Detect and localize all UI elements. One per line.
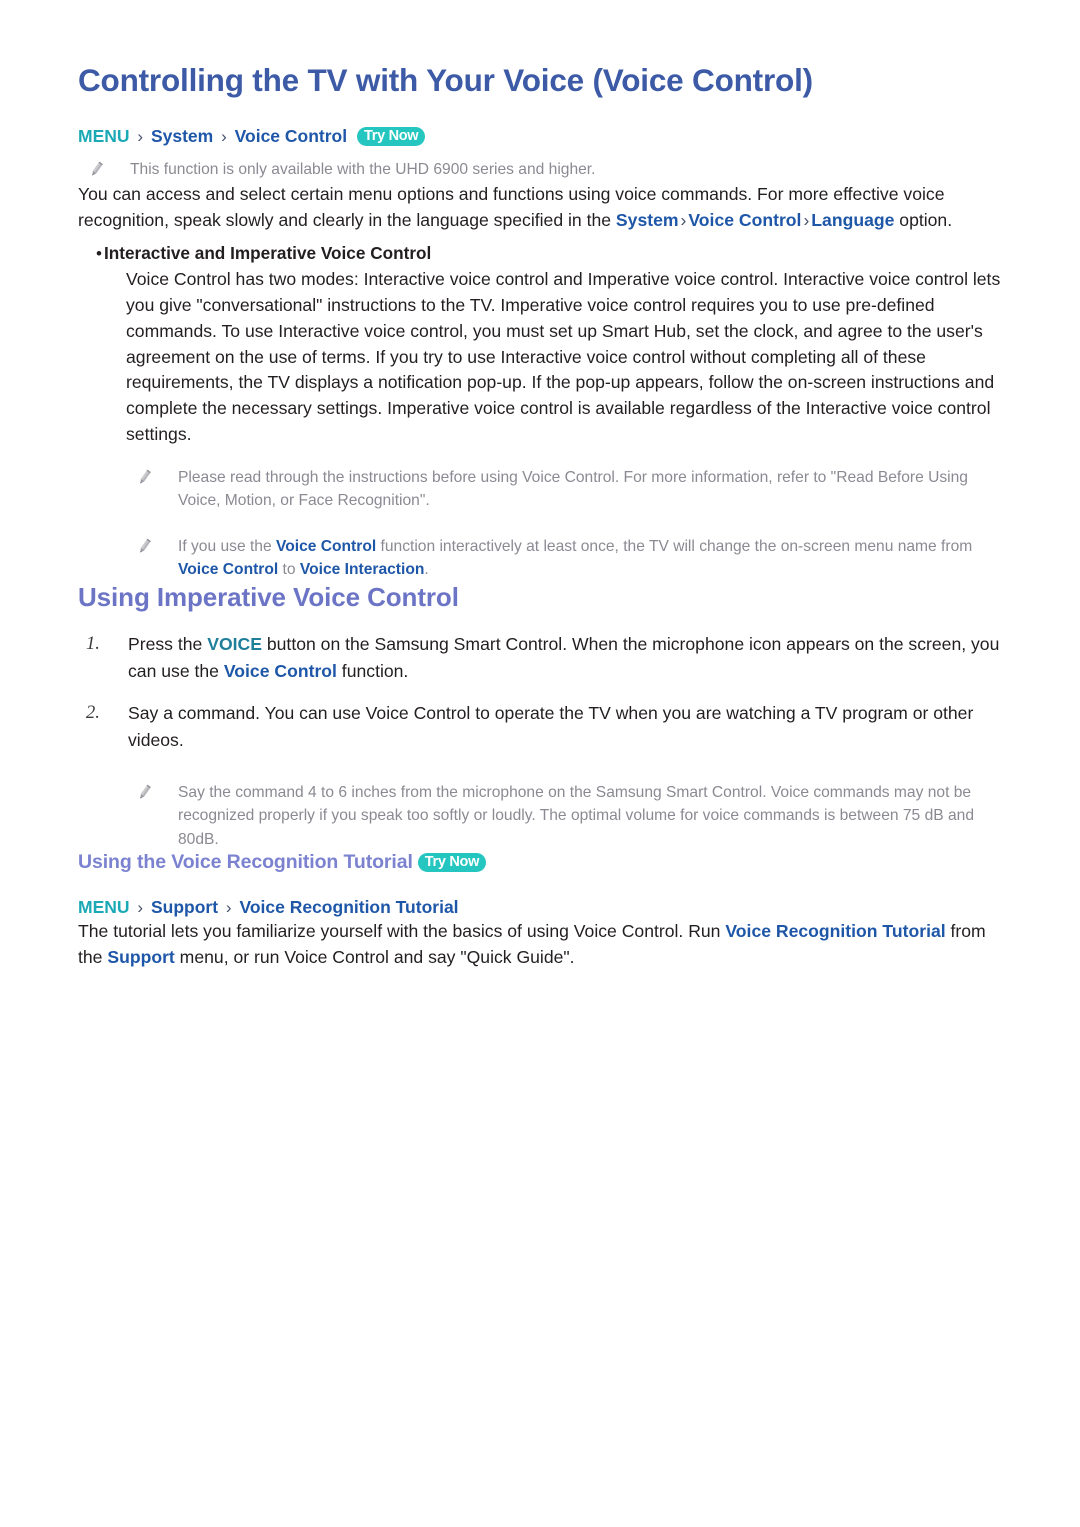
note-text-2: function interactively at least once, th…	[376, 537, 973, 555]
link-voice-control-2[interactable]: Voice Control	[178, 561, 278, 578]
link-voice-control[interactable]: Voice Control	[688, 210, 801, 230]
numbered-step-1: 1. Press the VOICE button on the Samsung…	[78, 631, 1002, 686]
note-text-4: .	[424, 561, 429, 579]
page-title: Controlling the TV with Your Voice (Voic…	[78, 62, 813, 98]
pencil-icon	[126, 466, 178, 486]
breadcrumb-separator-icon: ›	[225, 898, 232, 918]
note-availability-text: This function is only available with the…	[130, 161, 596, 179]
breadcrumb-item-voice-control[interactable]: Voice Control	[235, 126, 347, 146]
section-title-imperative: Using Imperative Voice Control	[78, 581, 459, 612]
breadcrumb-item-support[interactable]: Support	[151, 897, 218, 917]
link-support[interactable]: Support	[107, 947, 174, 967]
note-availability: This function is only available with the…	[78, 158, 1002, 182]
note-microphone-distance-text: Say the command 4 to 6 inches from the m…	[178, 783, 974, 848]
pencil-icon	[126, 781, 178, 801]
arrow-icon: ›	[803, 209, 810, 230]
subsection-title-text: Using the Voice Recognition Tutorial	[78, 851, 413, 874]
note-microphone-distance: Say the command 4 to 6 inches from the m…	[78, 781, 1002, 852]
breadcrumb-item-system[interactable]: System	[151, 126, 213, 146]
document-page: Controlling the TV with Your Voice (Voic…	[0, 0, 1080, 1527]
tutorial-text-3: menu, or run Voice Control and say "Quic…	[174, 947, 575, 968]
note-read-instructions: Please read through the instructions bef…	[78, 466, 1002, 513]
step-text-1: Press the VOICE button on the Samsung Sm…	[128, 631, 1002, 686]
breadcrumb-separator-icon: ›	[221, 127, 227, 147]
step-marker-1: 1.	[86, 633, 100, 654]
note-read-instructions-text: Please read through the instructions bef…	[178, 468, 968, 510]
pencil-icon	[78, 158, 130, 178]
breadcrumb-tutorial: MENU › Support › Voice Recognition Tutor…	[78, 896, 1002, 919]
link-voice-control[interactable]: Voice Control	[224, 661, 337, 681]
note-voice-interaction-rename: If you use the Voice Control function in…	[78, 535, 1002, 582]
bullet-item-interactive-imperative: • Interactive and Imperative Voice Contr…	[78, 241, 1002, 267]
arrow-icon: ›	[680, 209, 687, 230]
bullet-item-label: Interactive and Imperative Voice Control	[104, 243, 432, 264]
try-now-badge[interactable]: Try Now	[356, 127, 426, 147]
tutorial-paragraph: The tutorial lets you familiarize yourse…	[78, 919, 1002, 971]
note-voice-interaction-text: If you use the Voice Control function in…	[178, 535, 1002, 582]
note-text-1: If you use the	[178, 537, 276, 555]
step-text-2: Say a command. You can use Voice Control…	[128, 702, 974, 751]
link-voice-recognition-tutorial[interactable]: Voice Recognition Tutorial	[725, 921, 945, 941]
breadcrumb-menu-label: MENU	[78, 126, 130, 147]
note-text-3: to	[278, 561, 300, 579]
link-voice-control[interactable]: Voice Control	[276, 538, 376, 555]
intro-text-end: option.	[894, 209, 953, 230]
numbered-step-2: 2. Say a command. You can use Voice Cont…	[78, 700, 1002, 755]
breadcrumb-top: MENU › System › Voice Control Try Now	[78, 125, 1002, 148]
breadcrumb-menu-label: MENU	[78, 897, 130, 918]
bullet-section-paragraph: Voice Control has two modes: Interactive…	[126, 269, 1001, 444]
breadcrumb-separator-icon: ›	[137, 898, 144, 918]
try-now-badge-2[interactable]: Try Now	[417, 853, 487, 873]
breadcrumb-item-voice-recognition-tutorial[interactable]: Voice Recognition Tutorial	[239, 897, 458, 917]
intro-paragraph: You can access and select certain menu o…	[78, 182, 1002, 234]
link-language[interactable]: Language	[811, 210, 894, 230]
breadcrumb-separator-icon: ›	[137, 127, 144, 147]
step-marker-2: 2.	[86, 702, 100, 723]
tutorial-text-1: The tutorial lets you familiarize yourse…	[78, 921, 726, 942]
link-voice-interaction[interactable]: Voice Interaction	[300, 561, 425, 578]
bullet-dot-icon: •	[96, 244, 102, 264]
link-system[interactable]: System	[616, 210, 679, 230]
link-voice-button[interactable]: VOICE	[207, 634, 262, 654]
subsection-title-tutorial: Using the Voice Recognition Tutorial Try …	[78, 851, 1002, 874]
pencil-icon	[126, 535, 178, 555]
step1-text-1: Press the	[128, 633, 208, 654]
step1-text-3: function.	[336, 661, 409, 682]
